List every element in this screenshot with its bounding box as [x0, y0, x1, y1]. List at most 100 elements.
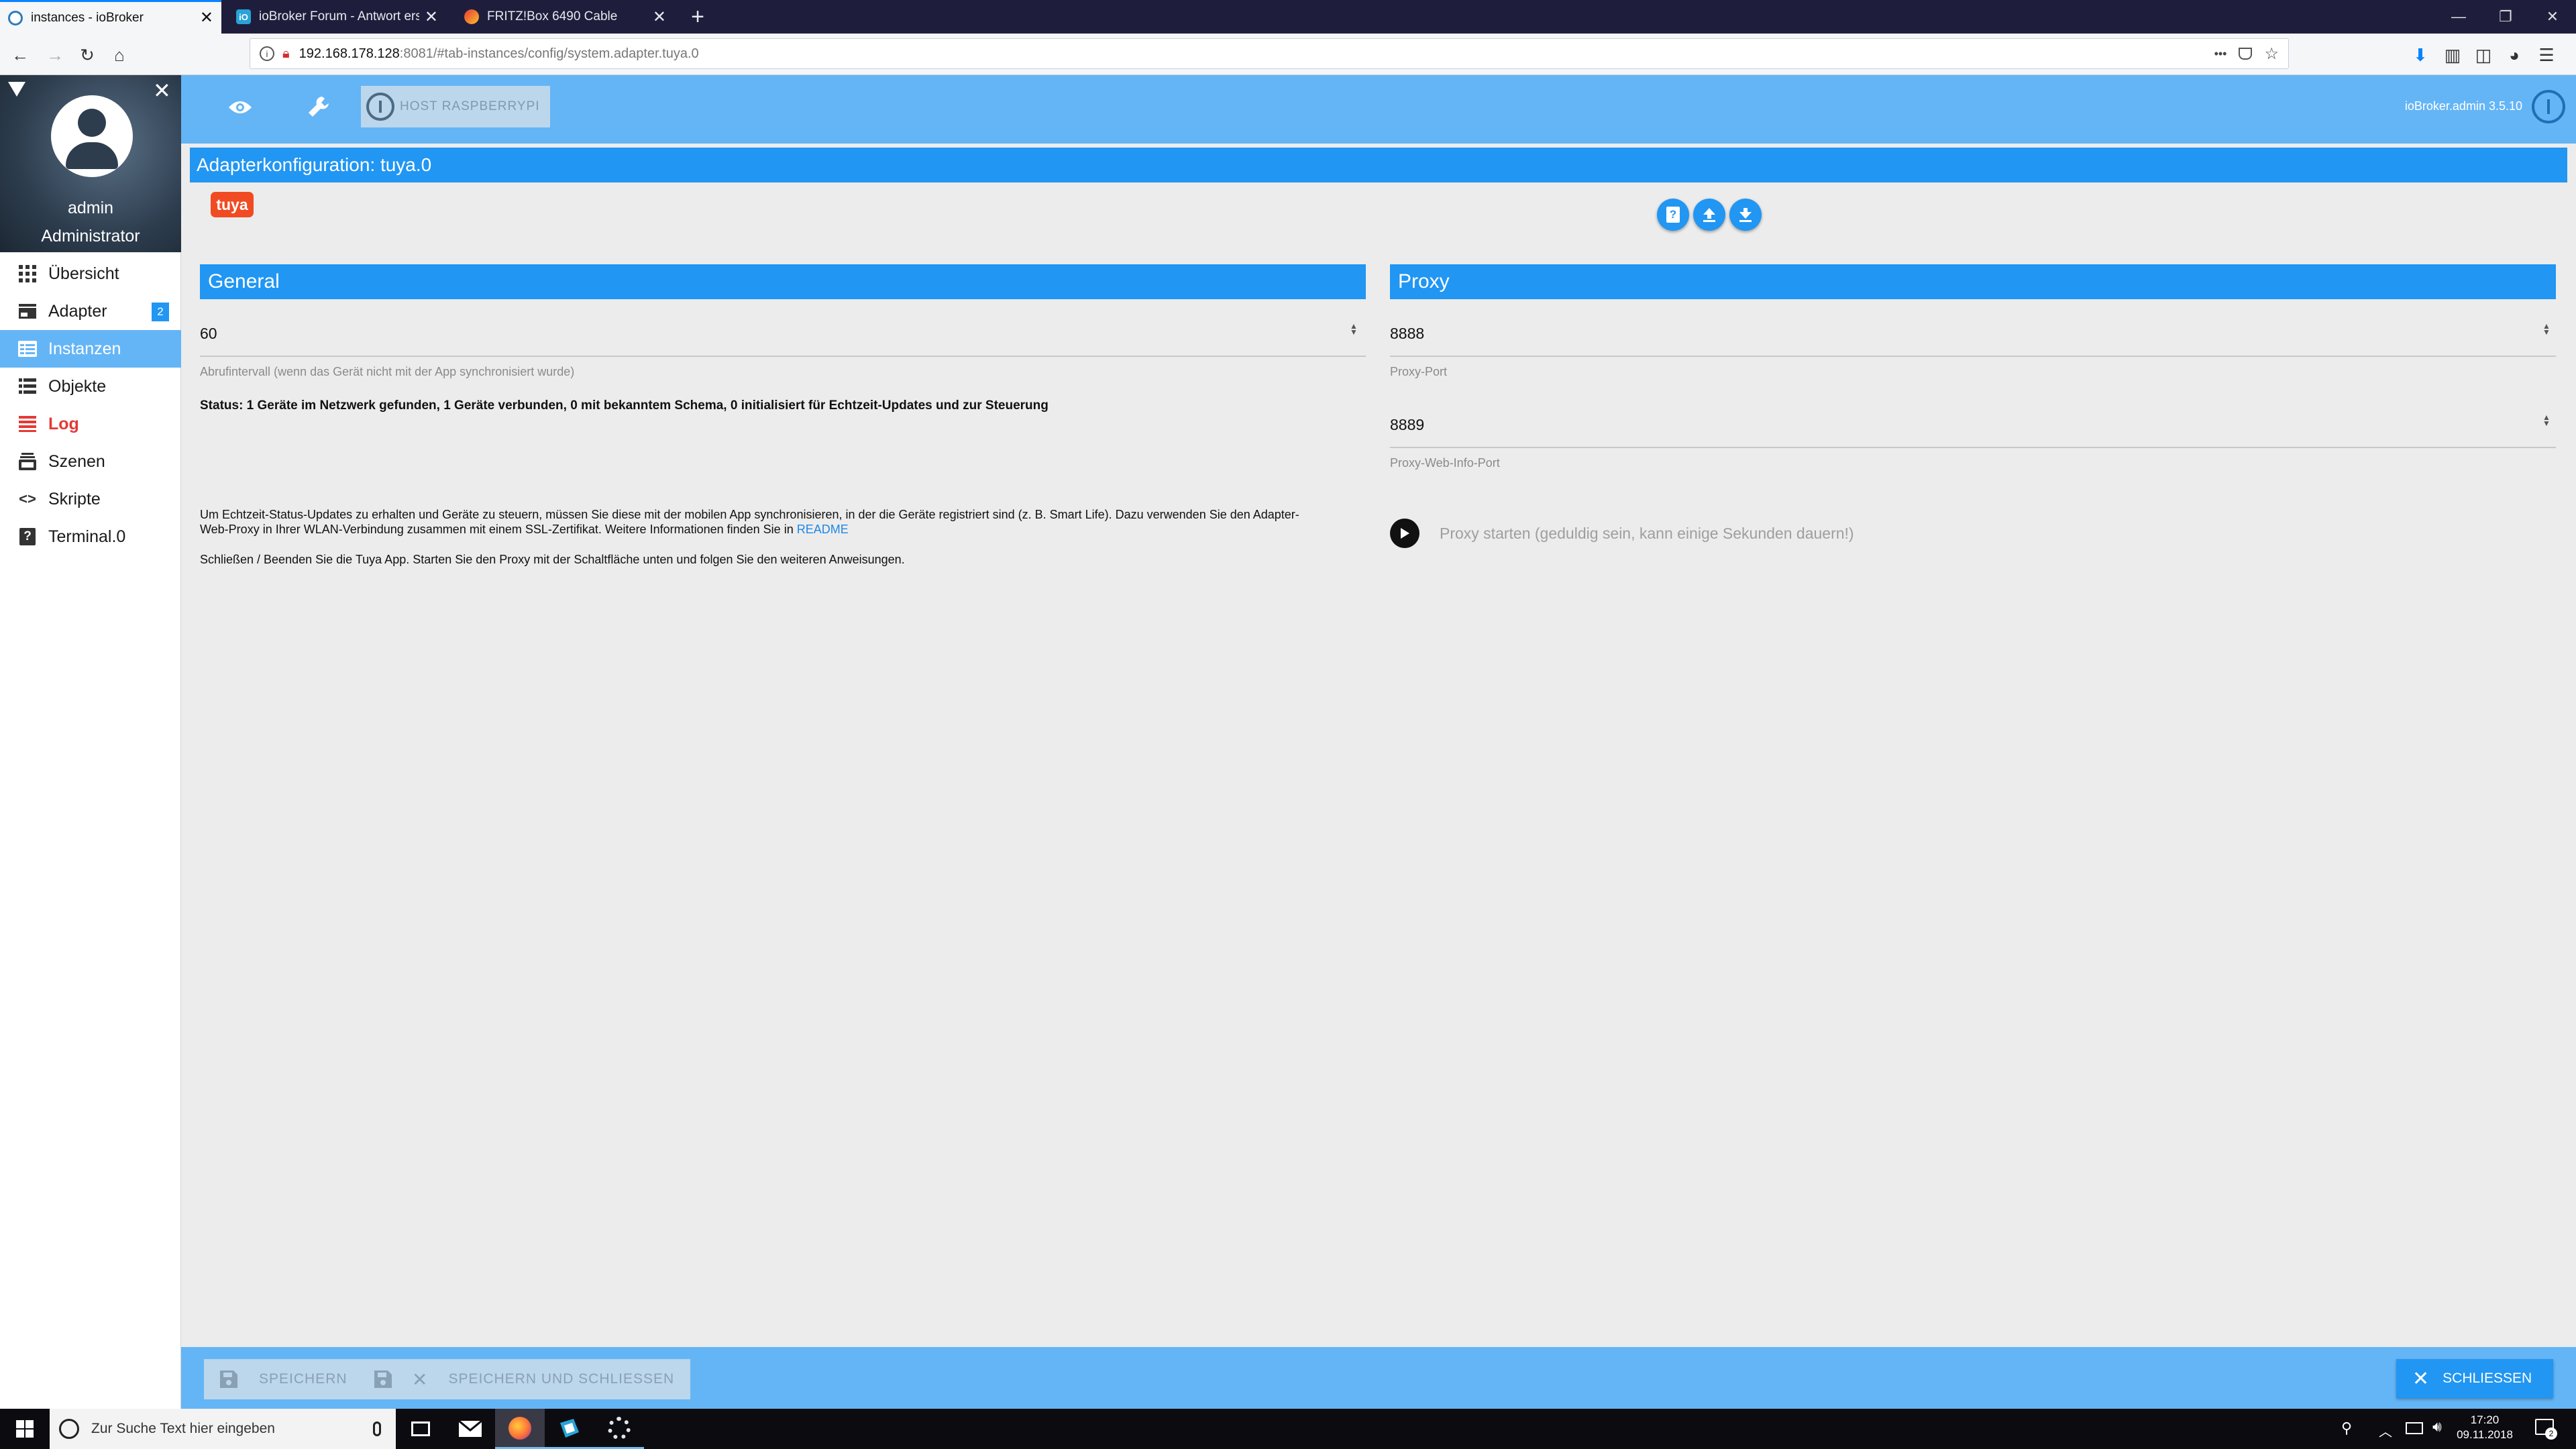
volume-icon[interactable]: 🔊︎: [2432, 1418, 2442, 1436]
microphone-icon[interactable]: [373, 1421, 381, 1436]
number-spinner-icon[interactable]: ▲ ▼: [2542, 413, 2551, 427]
windows-start-icon[interactable]: [0, 1409, 50, 1449]
sidebar-item-label: Adapter: [48, 301, 107, 321]
upload-icon: [1703, 208, 1715, 222]
sidebar-item-log[interactable]: Log: [0, 405, 181, 443]
restore-window-button[interactable]: ❐: [2482, 0, 2529, 34]
download-config-button[interactable]: [1729, 199, 1762, 231]
back-icon[interactable]: ←: [7, 42, 34, 68]
iobroker-forum-favicon: iO: [236, 9, 251, 24]
site-info-icon[interactable]: i: [260, 46, 274, 61]
tab-title: instances - ioBroker: [31, 10, 144, 25]
pocket-icon[interactable]: [2239, 48, 2253, 60]
close-sidebar-icon[interactable]: ✕: [153, 78, 171, 103]
proxy-section-header: Proxy: [1390, 264, 2556, 299]
people-icon[interactable]: ⚲: [2341, 1419, 2352, 1437]
eye-icon[interactable]: [227, 94, 254, 121]
bookmark-star-icon[interactable]: ☆: [2264, 44, 2279, 64]
url-path: :8081/#tab-instances/config/system.adapt…: [399, 46, 699, 61]
user-role: Administrator: [41, 227, 140, 246]
device-status-text: Status: 1 Geräte im Netzwerk gefunden, 1…: [200, 398, 1049, 413]
user-profile-panel: ✕ admin Administrator: [0, 75, 181, 252]
download-icon: [1739, 208, 1752, 222]
wrench-icon[interactable]: [305, 93, 333, 121]
log-icon: [17, 416, 38, 432]
readme-link[interactable]: README: [797, 523, 849, 536]
taskbar-search-box[interactable]: Zur Suche Text hier eingeben: [50, 1409, 396, 1449]
show-hidden-icons-chevron-icon[interactable]: ︿: [2379, 1421, 2392, 1440]
close-tab-icon[interactable]: ✕: [653, 7, 666, 27]
sidebar-item-terminal[interactable]: ? Terminal.0: [0, 518, 181, 555]
tab-title: ioBroker Forum - Antwort erste: [259, 9, 419, 23]
close-tab-icon[interactable]: ✕: [200, 8, 213, 28]
downloads-icon[interactable]: ⬇: [2407, 42, 2434, 68]
poll-interval-input[interactable]: 60 ▲ ▼: [200, 321, 1366, 357]
close-tab-icon[interactable]: ✕: [425, 7, 438, 27]
proxy-port-input[interactable]: 8888 ▲ ▼: [1390, 321, 2556, 357]
number-spinner-icon[interactable]: ▲ ▼: [2542, 322, 2551, 336]
page-title: Adapterkonfiguration: tuya.0: [190, 148, 2567, 182]
insecure-connection-icon[interactable]: 🔒︎: [282, 46, 290, 62]
url-bar[interactable]: i 🔒︎ 192.168.178.128 :8081/#tab-instance…: [250, 38, 2289, 69]
scenes-icon: [17, 453, 38, 470]
sidebar-item-label: Log: [48, 414, 79, 433]
proxy-web-info-port-input[interactable]: 8889 ▲ ▼: [1390, 412, 2556, 448]
tab-title: FRITZ!Box 6490 Cable: [487, 9, 618, 23]
reload-icon[interactable]: ↻: [74, 42, 101, 68]
sidebar-item-label: Skripte: [48, 489, 101, 508]
info-text-line: Web-Proxy in Ihrer WLAN-Verbindung zusam…: [200, 523, 794, 536]
network-icon[interactable]: [2406, 1422, 2423, 1434]
settings-app-taskbar-icon[interactable]: [594, 1409, 644, 1449]
help-button[interactable]: ?: [1657, 199, 1689, 231]
extension-icon[interactable]: ◕: [2501, 42, 2528, 68]
number-spinner-icon[interactable]: ▲ ▼: [1350, 322, 1358, 336]
sidebar-toggle-icon[interactable]: ◫: [2470, 42, 2497, 68]
sidebar-item-objekte[interactable]: Objekte: [0, 368, 181, 405]
new-tab-button[interactable]: +: [678, 0, 718, 34]
system-clock[interactable]: 17:20 09.11.2018: [2457, 1413, 2513, 1442]
floppy-disk-icon: [374, 1371, 392, 1388]
close-app-instruction: Schließen / Beenden Sie die Tuya App. St…: [200, 553, 905, 566]
user-name: admin: [67, 199, 114, 217]
update-count-badge: 2: [152, 303, 169, 321]
help-book-icon: ?: [1666, 207, 1680, 223]
close-window-button[interactable]: ✕: [2529, 0, 2576, 34]
close-x-icon: ✕: [2412, 1367, 2430, 1390]
forward-icon[interactable]: →: [42, 42, 68, 68]
search-icon: [59, 1419, 79, 1439]
mail-icon[interactable]: [445, 1409, 495, 1449]
search-placeholder: Zur Suche Text hier eingeben: [91, 1421, 275, 1436]
save-and-close-button[interactable]: ✕ SPEICHERN UND SCHLIESSEN: [358, 1359, 691, 1399]
tuya-logo: tuya: [211, 192, 254, 217]
sidebar-item-adapter[interactable]: Adapter 2: [0, 292, 181, 330]
library-icon[interactable]: ▥: [2439, 42, 2466, 68]
close-button[interactable]: ✕ SCHLIESSEN: [2396, 1359, 2553, 1398]
firefox-taskbar-icon[interactable]: [495, 1409, 545, 1449]
info-text: Um Echtzeit-Status-Updates zu erhalten u…: [200, 507, 1366, 537]
collapse-triangle-icon[interactable]: [8, 82, 25, 97]
host-label: HOST RASPBERRYPI: [400, 99, 540, 113]
sidebar-item-uebersicht[interactable]: Übersicht: [0, 255, 181, 292]
browser-tab-instances[interactable]: instances - ioBroker ✕: [0, 0, 221, 34]
browser-tab-fritzbox[interactable]: FRITZ!Box 6490 Cable ✕: [456, 0, 674, 34]
logout-power-icon[interactable]: [2532, 90, 2565, 123]
notification-center-icon[interactable]: 2: [2533, 1415, 2557, 1440]
sidebar-item-label: Instanzen: [48, 339, 121, 358]
hamburger-menu-icon[interactable]: ☰: [2533, 42, 2560, 68]
save-button[interactable]: SPEICHERN: [204, 1359, 364, 1399]
list-icon: [17, 378, 38, 394]
home-icon[interactable]: ⌂: [106, 42, 133, 68]
browser-tab-forum[interactable]: iO ioBroker Forum - Antwort erste ✕: [228, 0, 446, 34]
host-selector-button[interactable]: HOST RASPBERRYPI: [361, 86, 550, 127]
page-actions-icon[interactable]: •••: [2214, 47, 2227, 61]
sidebar-item-instanzen[interactable]: Instanzen: [0, 330, 181, 368]
minimize-window-button[interactable]: —: [2435, 0, 2482, 34]
start-proxy-button[interactable]: Proxy starten (geduldig sein, kann einig…: [1390, 518, 1854, 549]
sidebar-item-szenen[interactable]: Szenen: [0, 443, 181, 480]
instances-icon: [17, 341, 38, 357]
app-taskbar-icon[interactable]: [545, 1409, 594, 1449]
sidebar-item-skripte[interactable]: <> Skripte: [0, 480, 181, 518]
notification-count-badge: 2: [2545, 1428, 2557, 1440]
task-view-icon[interactable]: [396, 1409, 445, 1449]
upload-config-button[interactable]: [1693, 199, 1725, 231]
